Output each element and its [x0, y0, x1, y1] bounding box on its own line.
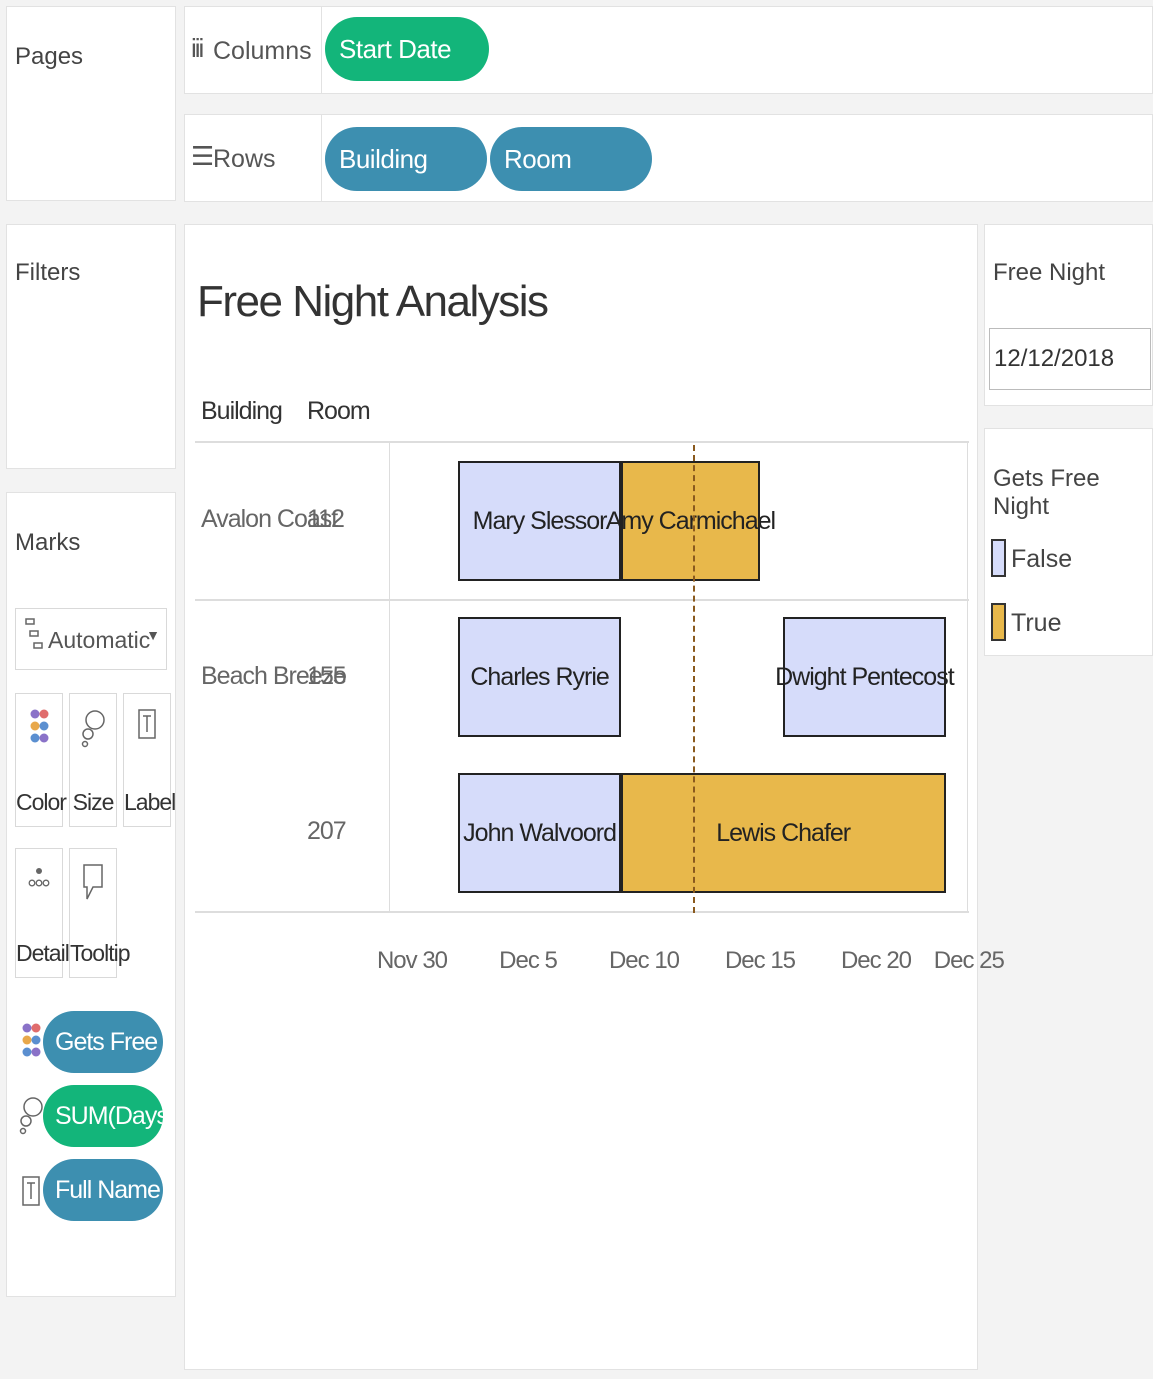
label-label: Label [124, 789, 176, 815]
gantt-bar[interactable]: Amy Carmichael [606, 461, 776, 581]
shelf-divider [321, 7, 322, 93]
color-button[interactable]: Color [15, 693, 67, 827]
label-button[interactable]: Label [123, 693, 176, 827]
building-pill[interactable]: Building [325, 127, 487, 191]
x-axis-tick: Dec 10 [608, 947, 680, 974]
free-night-reference-line [693, 445, 696, 913]
x-axis-tick: Dec 25 [933, 947, 1005, 974]
pages-title: Pages [15, 43, 84, 70]
rows-shelf[interactable]: ☰ Rows Building Room [184, 114, 1153, 202]
gets-free-night-pill[interactable]: Gets Free Night [43, 1011, 163, 1073]
x-axis-tick: Dec 15 [724, 947, 796, 974]
gets-free-night-legend: Gets Free Night False True [984, 428, 1153, 656]
view-panel: Free Night Analysis Building Room Avalon… [184, 224, 1005, 1370]
room-pill[interactable]: Room [490, 127, 652, 191]
size-label: Size [72, 789, 115, 815]
detail-icon [28, 868, 50, 887]
size-icon [19, 1097, 43, 1135]
color-label: Color [16, 789, 67, 815]
text-label-icon [138, 709, 156, 739]
marks-title: Marks [15, 529, 81, 556]
legend-swatch-true[interactable] [991, 603, 1006, 641]
pages-shelf[interactable]: Pages [6, 6, 176, 201]
detail-button[interactable]: Detail [15, 848, 70, 978]
legend-label-false[interactable]: False [1011, 545, 1072, 574]
automatic-mark-icon [25, 618, 43, 649]
marks-card: Marks Automatic ▼ Color Size Label Detai… [6, 492, 176, 1297]
free-night-date-input[interactable] [989, 328, 1151, 390]
legend-swatch-false[interactable] [991, 539, 1006, 577]
shelf-divider [321, 115, 322, 201]
legend-title: Gets Free Night [993, 465, 1100, 520]
rows-icon: ☰ [191, 141, 215, 171]
tooltip-label: Tooltip [70, 940, 130, 966]
gantt-bar[interactable]: Charles Ryrie [458, 617, 621, 737]
color-icon [30, 709, 49, 743]
free-night-parameter: Free Night [984, 224, 1153, 406]
tooltip-icon [83, 864, 103, 900]
gantt-bar[interactable]: Mary Slessor [458, 461, 621, 581]
x-axis-tick: Nov 30 [376, 947, 448, 974]
columns-icon: iii [191, 33, 204, 63]
free-night-title: Free Night [993, 259, 1106, 286]
x-axis-tick: Dec 20 [840, 947, 912, 974]
detail-label: Detail [16, 940, 70, 966]
gantt-chart: Mary Slessor Amy Carmichael Charles Ryrie D… [185, 225, 1005, 985]
size-icon [81, 710, 105, 748]
chevron-down-icon: ▼ [146, 627, 160, 643]
x-axis-tick: Dec 5 [499, 947, 558, 974]
filters-title: Filters [15, 259, 81, 286]
tooltip-button[interactable]: Tooltip [69, 848, 130, 978]
start-date-pill[interactable]: Start Date [325, 17, 489, 81]
mark-type-dropdown[interactable]: Automatic ▼ [15, 608, 167, 670]
text-label-icon [22, 1176, 40, 1206]
columns-label: Columns [213, 37, 312, 65]
mark-type-label: Automatic [48, 627, 151, 653]
rows-label: Rows [213, 145, 276, 173]
columns-shelf[interactable]: iii Columns Start Date [184, 6, 1153, 94]
sum-days-pill[interactable]: SUM(Days Re.. [43, 1085, 163, 1147]
full-name-pill[interactable]: Full Name [43, 1159, 163, 1221]
legend-label-true[interactable]: True [1011, 609, 1061, 638]
gantt-bar[interactable]: Dwight Pentecost [775, 617, 955, 737]
gantt-bar[interactable]: John Walvoord [458, 773, 621, 893]
color-icon [22, 1023, 41, 1057]
filters-shelf[interactable]: Filters [6, 224, 176, 469]
gantt-bar[interactable]: Lewis Chafer [620, 773, 946, 893]
size-button[interactable]: Size [69, 693, 117, 827]
